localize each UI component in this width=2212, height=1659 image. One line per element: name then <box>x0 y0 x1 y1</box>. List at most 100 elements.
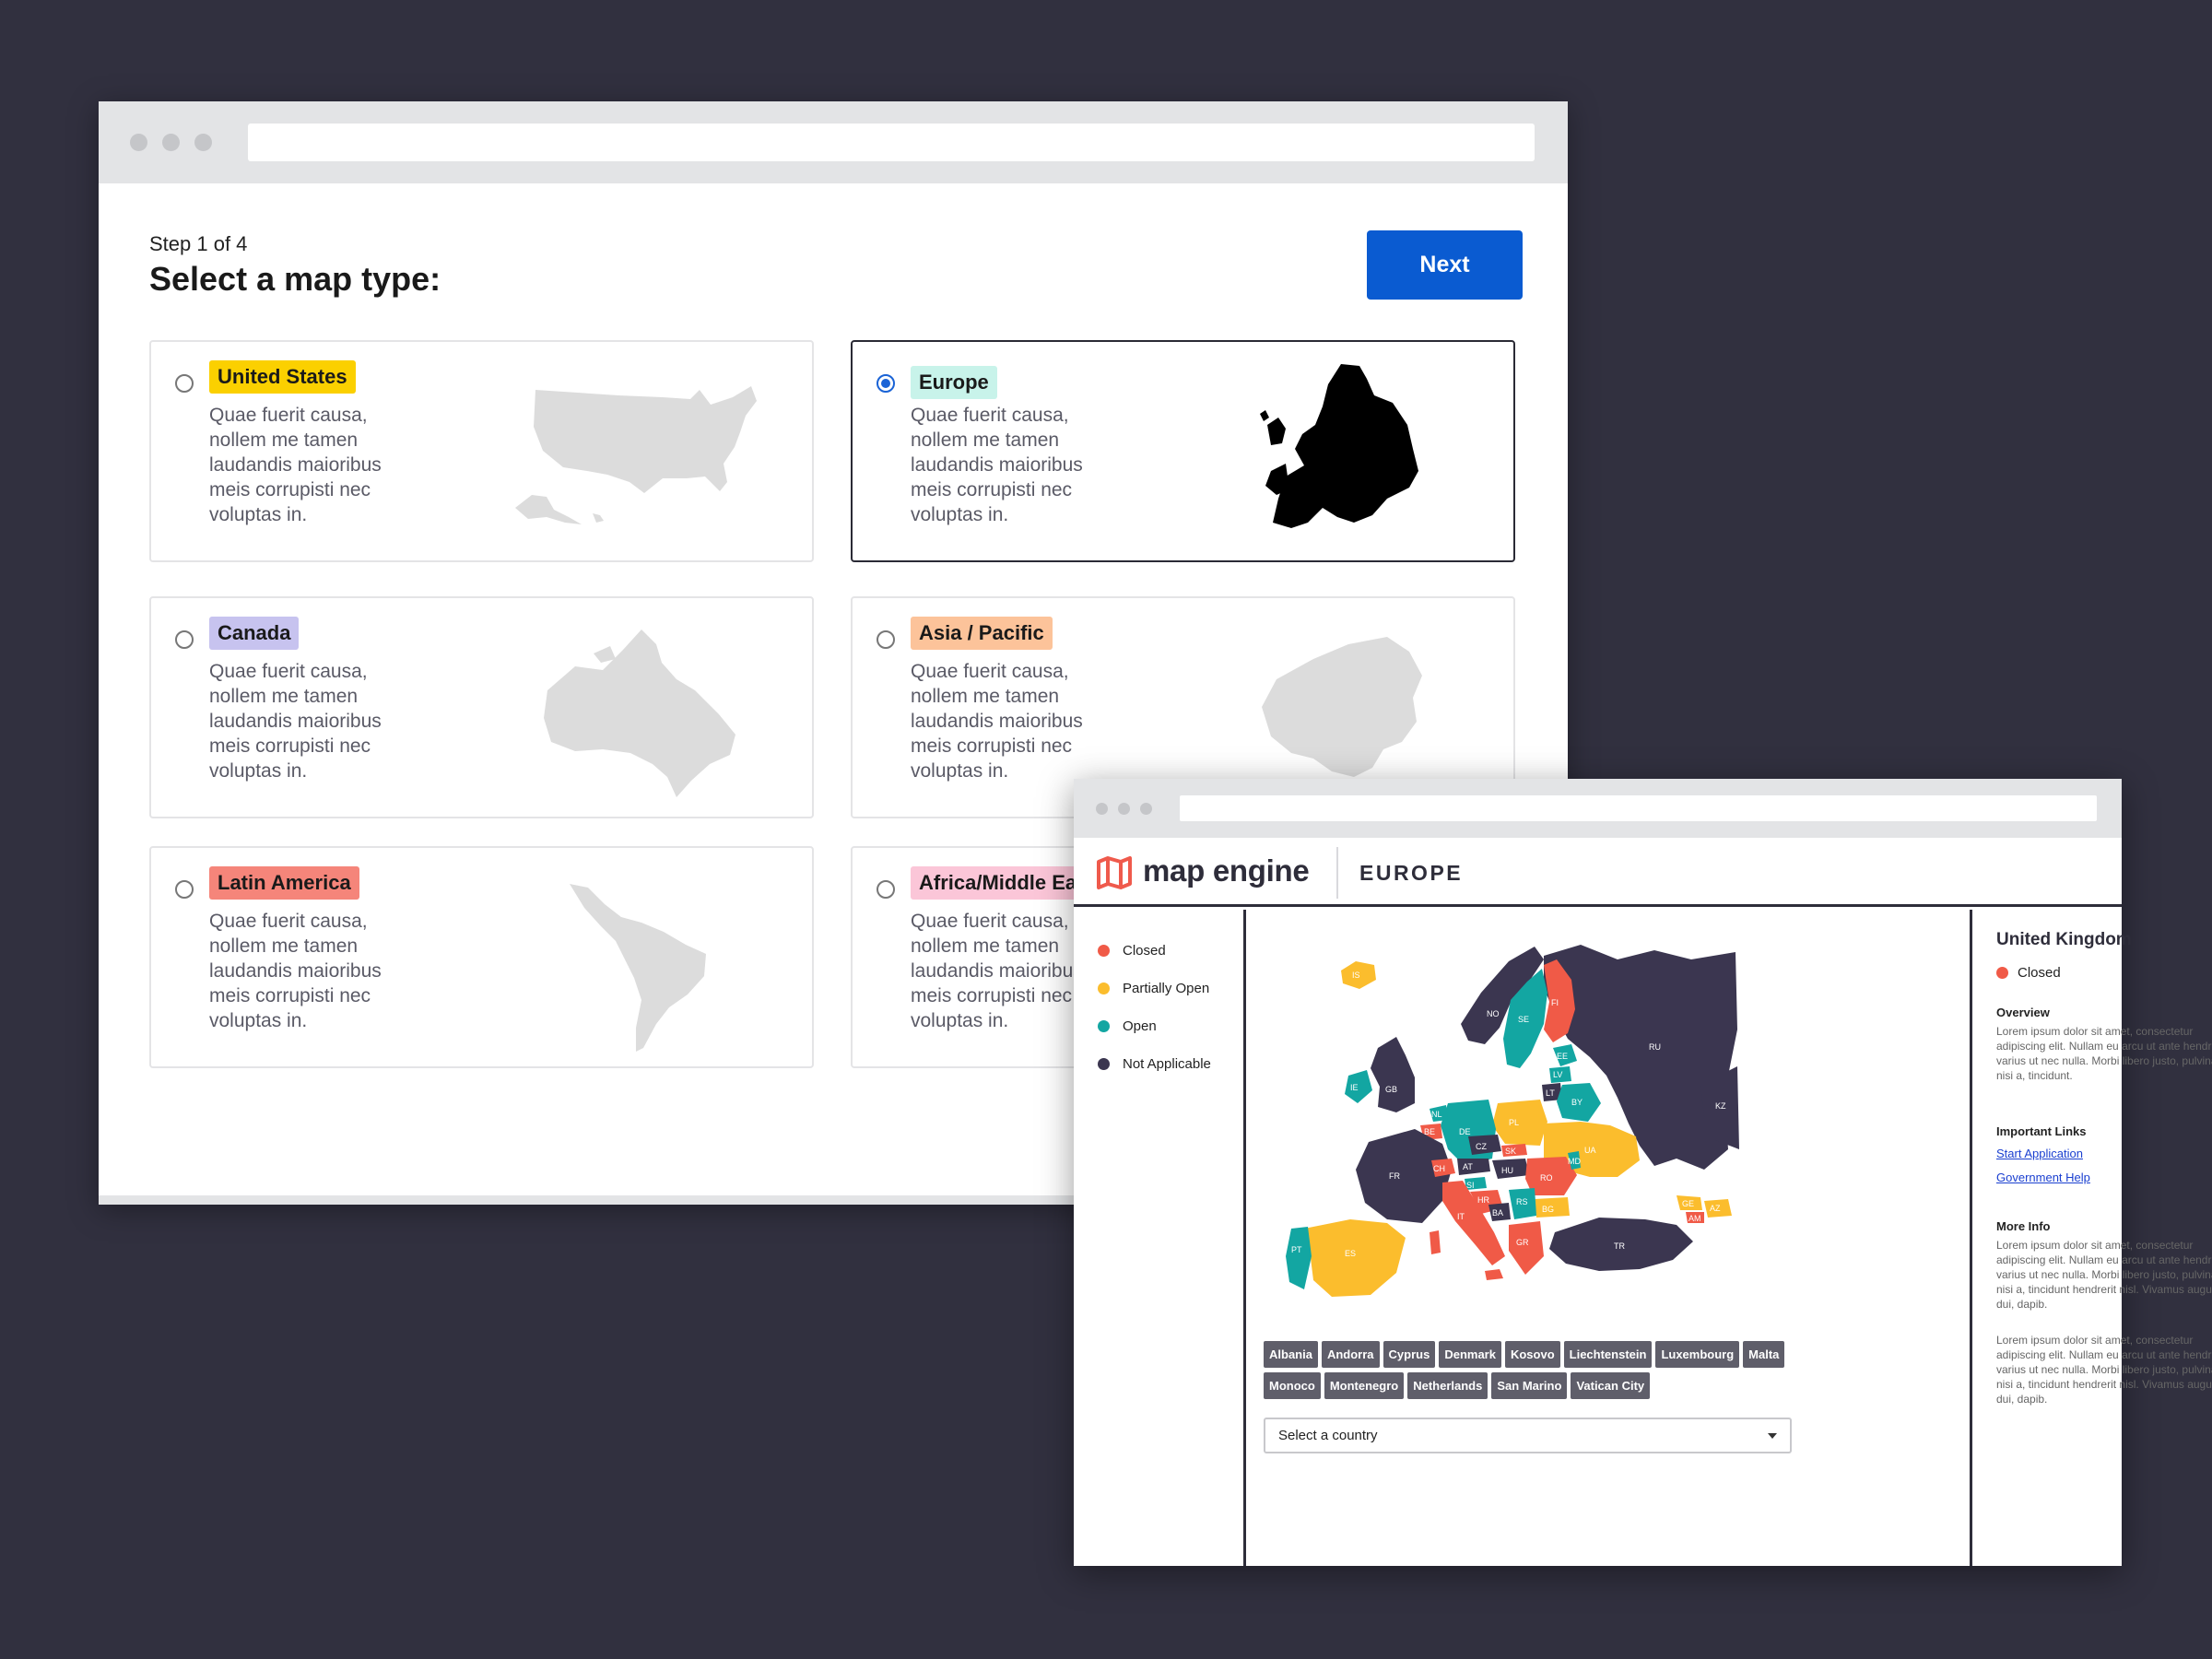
map-label: GB <box>1385 1085 1397 1094</box>
country-es[interactable] <box>1304 1219 1406 1297</box>
country-chip[interactable]: Albania <box>1264 1341 1318 1368</box>
legend-item-partially-open: Partially Open <box>1098 981 1209 996</box>
radio-asia-pacific[interactable] <box>877 630 895 649</box>
map-label: BE <box>1424 1127 1435 1136</box>
map-label: HR <box>1477 1195 1489 1205</box>
next-button[interactable]: Next <box>1367 230 1523 300</box>
option-card-latin-america[interactable]: Latin America Quae fuerit causa, nollem … <box>149 846 814 1068</box>
step-indicator: Step 1 of 4 <box>149 232 248 255</box>
country-chip-list: Albania Andorra Cyprus Denmark Kosovo Li… <box>1264 1341 1798 1399</box>
radio-africa-middle-east[interactable] <box>877 880 895 899</box>
radio-europe[interactable] <box>877 374 895 393</box>
map-label: FR <box>1389 1171 1400 1181</box>
country-status: Closed <box>1996 965 2061 981</box>
map-label: ES <box>1345 1249 1356 1258</box>
map-label: RO <box>1540 1173 1553 1182</box>
window-dot-icon[interactable] <box>1096 803 1108 815</box>
country-chip[interactable]: Andorra <box>1321 1341 1380 1368</box>
address-bar[interactable] <box>248 124 1535 161</box>
map-label: RS <box>1516 1197 1528 1206</box>
legend-item-open: Open <box>1098 1018 1157 1034</box>
map-label: HU <box>1501 1166 1513 1175</box>
government-help-link[interactable]: Government Help <box>1996 1171 2090 1184</box>
map-label: DE <box>1459 1127 1471 1136</box>
canada-map-icon <box>544 629 735 797</box>
option-description: Quae fuerit causa, nollem me tamen lauda… <box>911 661 1083 782</box>
map-engine-window: map engine EUROPE Closed Partially Open … <box>1074 779 2212 1566</box>
status-dot-icon <box>1098 982 1110 994</box>
option-description: Quae fuerit causa, nollem me tamen lauda… <box>911 405 1083 525</box>
map-label: AZ <box>1710 1204 1721 1213</box>
option-description: Quae fuerit causa, nollem me tamen lauda… <box>209 661 382 782</box>
legend-label: Open <box>1123 1018 1157 1034</box>
country-chip[interactable]: Cyprus <box>1382 1341 1436 1368</box>
map-label: BG <box>1542 1205 1554 1214</box>
more-info-heading: More Info <box>1996 1219 2051 1233</box>
map-panel: IS NO SE FI EE LV LT BY RU KZ IE GB NL B… <box>1249 910 1970 1566</box>
legend-label: Partially Open <box>1123 981 1210 996</box>
start-application-link[interactable]: Start Application <box>1996 1147 2083 1160</box>
window-dot-icon[interactable] <box>1118 803 1130 815</box>
country-chip[interactable]: Netherlands <box>1407 1372 1488 1399</box>
country-chip[interactable]: Liechtenstein <box>1563 1341 1653 1368</box>
country-chip[interactable]: Denmark <box>1439 1341 1501 1368</box>
window-dot-icon[interactable] <box>1140 803 1152 815</box>
country-chip[interactable]: Luxembourg <box>1655 1341 1740 1368</box>
window-dot-icon[interactable] <box>194 134 212 151</box>
europe-map-icon[interactable] <box>1258 360 1433 535</box>
more-info-text: Lorem ipsum dolor sit amet, consectetur … <box>1996 1239 2212 1311</box>
window-dot-icon[interactable] <box>162 134 180 151</box>
map-label: SI <box>1466 1181 1475 1190</box>
map-label: PL <box>1509 1118 1519 1127</box>
region-title: EUROPE <box>1359 861 1464 885</box>
option-label: United States <box>209 360 356 394</box>
status-text: Closed <box>2018 965 2061 981</box>
country-chip[interactable]: Montenegro <box>1324 1372 1405 1399</box>
country-gb[interactable] <box>1371 1037 1415 1112</box>
option-card-united-states[interactable]: United States Quae fuerit causa, nollem … <box>149 340 814 562</box>
radio-canada[interactable] <box>175 630 194 649</box>
map-label: BY <box>1571 1098 1583 1107</box>
map-label: BA <box>1492 1208 1503 1218</box>
country-chip[interactable]: Kosovo <box>1504 1341 1560 1368</box>
country-chip[interactable]: Vatican City <box>1571 1372 1651 1399</box>
country-it-sicily[interactable] <box>1485 1269 1503 1280</box>
option-card-canada[interactable]: Canada Quae fuerit causa, nollem me tame… <box>149 596 814 818</box>
country-pl[interactable] <box>1492 1100 1547 1146</box>
map-label: RU <box>1649 1042 1661 1052</box>
window-controls <box>1096 803 1152 815</box>
address-bar[interactable] <box>1180 795 2097 821</box>
overview-heading: Overview <box>1996 1006 2050 1019</box>
status-dot-icon <box>1098 1058 1110 1070</box>
radio-latin-america[interactable] <box>175 880 194 899</box>
option-card-europe[interactable]: Europe Quae fuerit causa, nollem me tame… <box>851 340 1515 562</box>
option-description: Quae fuerit causa, nollem me tamen lauda… <box>209 911 382 1031</box>
legend-item-closed: Closed <box>1098 943 1166 959</box>
map-label: CZ <box>1476 1142 1487 1151</box>
europe-status-map[interactable]: IS NO SE FI EE LV LT BY RU KZ IE GB NL B… <box>1267 928 1783 1334</box>
map-label: SE <box>1518 1015 1529 1024</box>
brand-name: map engine <box>1143 853 1310 888</box>
country-pt[interactable] <box>1286 1227 1312 1289</box>
map-label: GR <box>1516 1238 1529 1247</box>
radio-united-states[interactable] <box>175 374 194 393</box>
map-label: NL <box>1431 1110 1442 1119</box>
country-select[interactable]: Select a country <box>1264 1418 1792 1453</box>
map-label: UA <box>1584 1146 1596 1155</box>
country-it-sardinia[interactable] <box>1430 1230 1441 1254</box>
legend-label: Not Applicable <box>1123 1056 1211 1072</box>
map-label: AM <box>1688 1214 1701 1223</box>
country-chip[interactable]: Malta <box>1743 1341 1785 1368</box>
app-header: map engine EUROPE <box>1074 838 2122 907</box>
map-label: FI <box>1551 998 1559 1007</box>
status-dot-icon <box>1996 967 2008 979</box>
country-chip[interactable]: San Marino <box>1491 1372 1568 1399</box>
country-gr[interactable] <box>1509 1221 1544 1275</box>
country-ie[interactable] <box>1345 1070 1372 1103</box>
country-chip[interactable]: Monoco <box>1264 1372 1321 1399</box>
browser-chrome <box>1074 779 2122 838</box>
country-info-panel: United Kingdom Closed Overview Lorem ips… <box>1970 910 2212 1566</box>
option-label: Canada <box>209 617 300 650</box>
map-label: IE <box>1350 1083 1359 1092</box>
window-dot-icon[interactable] <box>130 134 147 151</box>
